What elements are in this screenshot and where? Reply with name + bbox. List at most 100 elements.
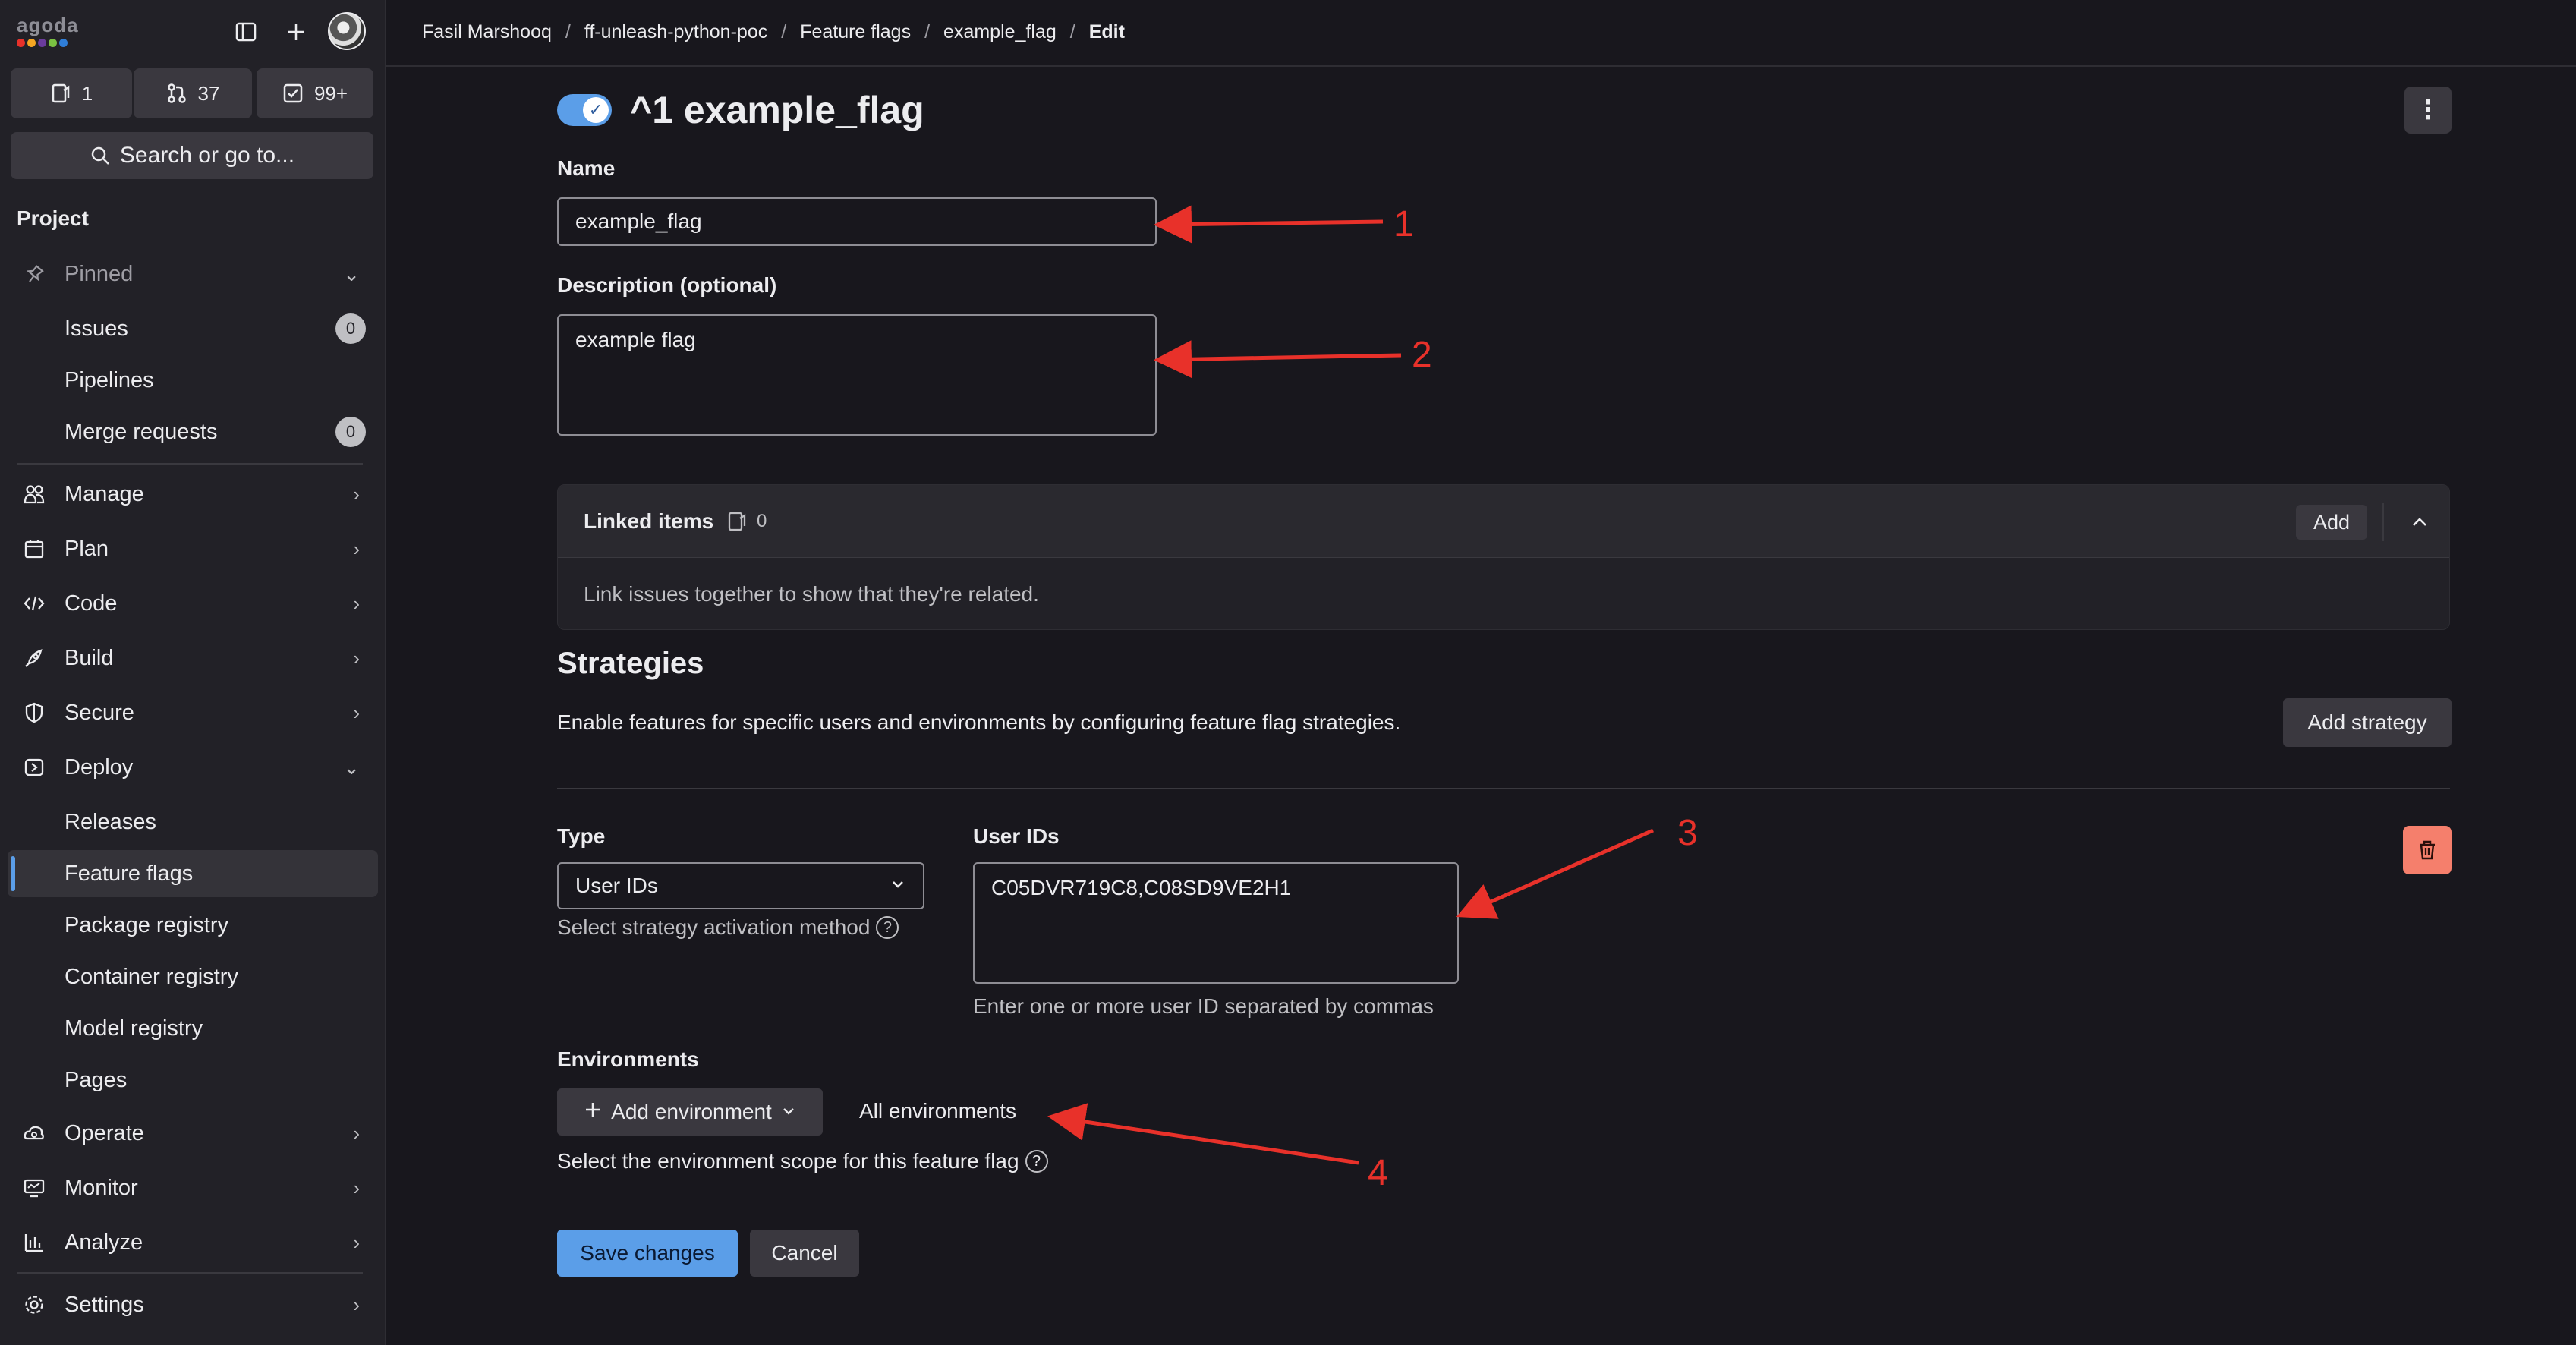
- count-badge: 0: [335, 417, 366, 447]
- merge-requests-counter-button[interactable]: 37: [134, 68, 252, 118]
- annotation-number: 1: [1393, 204, 1414, 244]
- breadcrumb-item[interactable]: Feature flags: [800, 21, 911, 43]
- sidebar-item-pinned[interactable]: Pinned ⌄: [8, 250, 378, 298]
- sidebar-item-deploy[interactable]: Deploy ⌄: [8, 744, 378, 791]
- sidebar-item-merge-requests[interactable]: Merge requests 0: [8, 408, 378, 455]
- todos-counter-button[interactable]: 99+: [257, 68, 373, 118]
- chevron-right-icon: ›: [353, 1121, 360, 1145]
- header-divider: [386, 65, 2576, 67]
- breadcrumb-item[interactable]: ff-unleash-python-poc: [584, 21, 767, 43]
- sidebar-item-label: Analyze: [65, 1230, 143, 1255]
- chevron-right-icon: ›: [353, 537, 360, 560]
- annotation-arrow-1: [1154, 205, 1384, 244]
- sidebar-item-package-registry[interactable]: Package registry: [8, 902, 378, 949]
- sidebar-item-label: Pinned: [65, 261, 134, 286]
- merge-request-icon: [167, 83, 186, 103]
- add-environment-label: Add environment: [611, 1100, 772, 1123]
- logo-text: agoda: [17, 14, 79, 36]
- all-environments-token: All environments: [859, 1099, 1016, 1123]
- sidebar-item-label: Issues: [65, 316, 128, 341]
- sidebar-item-label: Pipelines: [65, 367, 154, 392]
- question-icon[interactable]: ?: [876, 916, 899, 939]
- breadcrumb-separator: /: [924, 21, 931, 43]
- sidebar-item-label: Settings: [65, 1292, 144, 1317]
- sidebar-item-analyze[interactable]: Analyze ›: [8, 1219, 378, 1266]
- rocket-icon: [21, 645, 47, 671]
- add-linked-item-button[interactable]: Add: [2296, 505, 2367, 540]
- environments-help: Select the environment scope for this fe…: [557, 1149, 1048, 1173]
- sidebar-item-label: Code: [65, 591, 118, 616]
- sidebar-item-label: Build: [65, 645, 114, 670]
- divider: [17, 1272, 363, 1274]
- save-changes-button[interactable]: Save changes: [557, 1230, 738, 1277]
- breadcrumb-item[interactable]: Fasil Marshooq: [422, 21, 552, 43]
- chevron-down-icon: [890, 874, 906, 898]
- name-field[interactable]: example_flag: [557, 197, 1157, 246]
- calendar-icon: [21, 536, 47, 562]
- code-icon: [21, 591, 47, 616]
- sidebar-item-plan[interactable]: Plan ›: [8, 525, 378, 572]
- breadcrumb-item[interactable]: example_flag: [943, 21, 1057, 43]
- sidebar-item-pages[interactable]: Pages: [8, 1057, 378, 1104]
- delete-strategy-button[interactable]: [2403, 826, 2452, 874]
- environments-label: Environments: [557, 1047, 699, 1071]
- sidebar: agoda 1 37 99+ Search or go to... Projec…: [0, 0, 386, 1345]
- question-icon[interactable]: ?: [1025, 1150, 1048, 1173]
- sidebar-item-feature-flags[interactable]: Feature flags: [8, 850, 378, 897]
- issues-icon: [728, 512, 746, 531]
- sidebar-item-settings[interactable]: Settings ›: [8, 1281, 378, 1328]
- sidebar-item-label: Merge requests: [65, 419, 218, 444]
- sidebar-item-secure[interactable]: Secure ›: [8, 689, 378, 736]
- agoda-logo[interactable]: agoda: [17, 14, 93, 50]
- annotation-number: 4: [1368, 1153, 1388, 1193]
- chevron-up-icon[interactable]: [2402, 505, 2437, 540]
- sidebar-item-label: Feature flags: [65, 861, 194, 886]
- sidebar-item-code[interactable]: Code ›: [8, 580, 378, 627]
- linked-items-header: Linked items 0 Add: [558, 485, 2449, 558]
- more-actions-button[interactable]: ⋮: [2404, 87, 2452, 134]
- sidebar-item-releases[interactable]: Releases: [8, 798, 378, 846]
- add-strategy-button[interactable]: Add strategy: [2283, 698, 2452, 747]
- issues-counter-button[interactable]: 1: [11, 68, 132, 118]
- sidebar-item-pipelines[interactable]: Pipelines: [8, 357, 378, 404]
- linked-items-card: Linked items 0 Add Link issues together …: [557, 484, 2450, 630]
- plus-icon[interactable]: [279, 15, 313, 49]
- description-field[interactable]: example flag: [557, 314, 1157, 436]
- divider: [17, 463, 363, 465]
- sidebar-item-operate[interactable]: Operate ›: [8, 1110, 378, 1157]
- breadcrumb-current: Edit: [1088, 21, 1125, 43]
- sidebar-item-monitor[interactable]: Monitor ›: [8, 1164, 378, 1211]
- annotation-arrows: [1047, 205, 1655, 1165]
- strategies-description: Enable features for specific users and e…: [557, 710, 1401, 734]
- chevron-down-icon: ⌄: [343, 755, 360, 779]
- strategy-type-select[interactable]: User IDs: [557, 862, 924, 909]
- sidebar-item-build[interactable]: Build ›: [8, 635, 378, 682]
- strategy-type-value: User IDs: [575, 874, 658, 897]
- chevron-right-icon: ›: [353, 1176, 360, 1199]
- monitor-icon: [21, 1175, 47, 1201]
- breadcrumb-separator: /: [565, 21, 571, 43]
- add-environment-button[interactable]: Add environment: [557, 1088, 823, 1136]
- sidebar-item-manage[interactable]: Manage ›: [8, 471, 378, 518]
- page-title: ^1 example_flag: [630, 89, 924, 131]
- strategy-type-help: Select strategy activation method ?: [557, 915, 899, 940]
- chevron-down-icon: [781, 1100, 796, 1124]
- search-icon: [91, 146, 109, 165]
- search-button[interactable]: Search or go to...: [11, 132, 373, 179]
- user-ids-field[interactable]: C05DVR719C8,C08SD9VE2H1: [973, 862, 1459, 984]
- sidebar-item-label: Package registry: [65, 912, 228, 937]
- cloud-gear-icon: [21, 1120, 47, 1146]
- flag-active-toggle[interactable]: ✓: [557, 94, 612, 126]
- chevron-right-icon: ›: [353, 482, 360, 506]
- toggle-sidebar-icon[interactable]: [229, 15, 263, 49]
- user-avatar[interactable]: [328, 12, 366, 50]
- sidebar-item-container-registry[interactable]: Container registry: [8, 953, 378, 1000]
- cancel-button[interactable]: Cancel: [750, 1230, 859, 1277]
- sidebar-item-model-registry[interactable]: Model registry: [8, 1005, 378, 1052]
- user-ids-help: Enter one or more user ID separated by c…: [973, 994, 1434, 1018]
- pin-icon: [21, 261, 47, 287]
- breadcrumb-separator: /: [781, 21, 787, 43]
- linked-items-title: Linked items: [584, 509, 714, 533]
- trash-icon: [2420, 840, 2435, 860]
- sidebar-item-issues[interactable]: Issues 0: [8, 305, 378, 352]
